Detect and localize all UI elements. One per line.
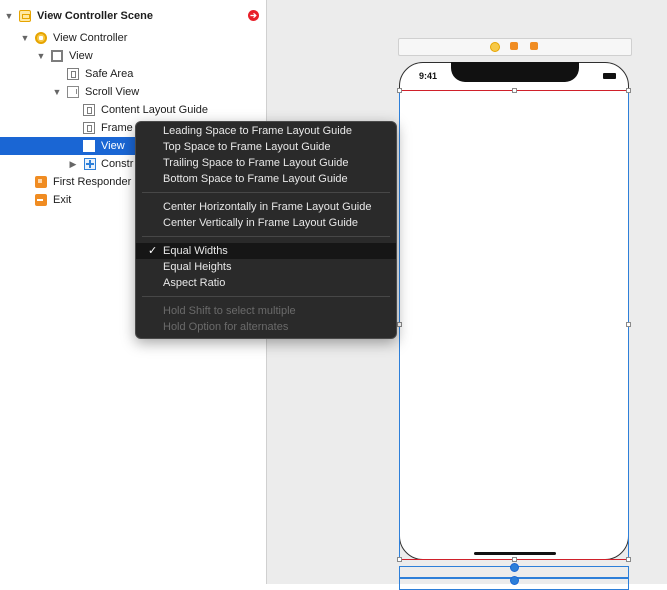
outline-label: View	[101, 140, 125, 152]
menu-item-leading-space[interactable]: Leading Space to Frame Layout Guide	[136, 123, 396, 139]
menu-item-bottom-space[interactable]: Bottom Space to Frame Layout Guide	[136, 171, 396, 187]
device-notch	[451, 62, 579, 82]
menu-item-equal-widths[interactable]: ✓ Equal Widths	[136, 243, 396, 259]
outline-label: View	[69, 50, 93, 62]
menu-item-label: Hold Option for alternates	[163, 321, 289, 333]
first-responder-icon[interactable]	[510, 42, 518, 50]
outline-label: Scroll View	[85, 86, 140, 98]
constraints-icon	[84, 158, 96, 170]
outline-label: Exit	[53, 194, 72, 206]
error-indicator-icon[interactable]: ➔	[248, 10, 259, 21]
menu-item-label: Trailing Space to Frame Layout Guide	[163, 157, 349, 169]
outline-label: View Controller	[53, 32, 128, 44]
menu-item-label: Center Vertically in Frame Layout Guide	[163, 217, 359, 229]
layout-guide-icon	[83, 122, 95, 134]
outline-label: Frame	[101, 122, 133, 134]
outline-label: View Controller Scene	[37, 10, 153, 22]
menu-item-label: Aspect Ratio	[163, 277, 226, 289]
resize-handle[interactable]	[512, 557, 517, 562]
menu-item-center-horizontally[interactable]: Center Horizontally in Frame Layout Guid…	[136, 199, 396, 215]
view-icon	[83, 140, 95, 152]
view-controller-icon[interactable]	[490, 42, 500, 52]
resize-handle[interactable]	[397, 88, 402, 93]
disclosure-triangle-icon[interactable]: ▶	[68, 159, 78, 169]
outline-row-safe-area[interactable]: Safe Area	[0, 65, 266, 83]
scroll-view-frame-outline[interactable]	[399, 90, 629, 560]
menu-item-top-space[interactable]: Top Space to Frame Layout Guide	[136, 139, 396, 155]
resize-handle[interactable]	[626, 322, 631, 327]
resize-handle[interactable]	[397, 322, 402, 327]
layout-guide-icon	[83, 104, 95, 116]
menu-item-equal-heights[interactable]: Equal Heights	[136, 259, 396, 275]
scene-dock-bar[interactable]	[398, 38, 632, 56]
menu-item-aspect-ratio[interactable]: Aspect Ratio	[136, 275, 396, 291]
menu-hint-shift: Hold Shift to select multiple	[136, 303, 396, 319]
outline-row-view-controller-scene[interactable]: ▼ View Controller Scene ➔	[0, 7, 266, 25]
checkmark-icon: ✓	[148, 245, 158, 257]
menu-separator	[142, 296, 390, 297]
menu-item-label: Equal Heights	[163, 261, 232, 273]
resize-handle[interactable]	[397, 557, 402, 562]
resize-handle[interactable]	[512, 88, 517, 93]
outline-label: Content Layout Guide	[101, 104, 209, 116]
scene-icon	[19, 10, 31, 22]
outline-row-content-layout-guide[interactable]: Content Layout Guide	[0, 101, 266, 119]
menu-hint-option: Hold Option for alternates	[136, 319, 396, 335]
outline-label: Constr	[101, 158, 134, 170]
constraint-context-menu: Leading Space to Frame Layout Guide Top …	[135, 121, 397, 339]
outline-label: First Responder	[53, 176, 132, 188]
menu-item-label: Center Horizontally in Frame Layout Guid…	[163, 201, 372, 213]
menu-item-trailing-space[interactable]: Trailing Space to Frame Layout Guide	[136, 155, 396, 171]
exit-icon	[35, 194, 47, 206]
disclosure-triangle-icon[interactable]: ▼	[36, 51, 46, 61]
outline-label: Safe Area	[85, 68, 134, 80]
resize-handle[interactable]	[626, 557, 631, 562]
battery-icon	[603, 73, 616, 79]
outline-row-view-controller[interactable]: ▼ View Controller	[0, 29, 266, 47]
disclosure-triangle-icon[interactable]: ▼	[20, 33, 30, 43]
scroll-view-icon	[67, 86, 79, 98]
view-icon	[51, 50, 63, 62]
outline-row-view[interactable]: ▼ View	[0, 47, 266, 65]
menu-item-label: Hold Shift to select multiple	[163, 305, 296, 317]
resize-handle[interactable]	[626, 88, 631, 93]
menu-item-label: Top Space to Frame Layout Guide	[163, 141, 331, 153]
disclosure-triangle-icon[interactable]: ▼	[52, 87, 62, 97]
status-bar-time: 9:41	[419, 71, 438, 81]
menu-item-center-vertically[interactable]: Center Vertically in Frame Layout Guide	[136, 215, 396, 231]
menu-item-label: Leading Space to Frame Layout Guide	[163, 125, 352, 137]
menu-separator	[142, 192, 390, 193]
view-controller-icon	[35, 32, 47, 44]
menu-item-label: Equal Widths	[163, 245, 228, 257]
layout-guide-icon	[67, 68, 79, 80]
menu-item-label: Bottom Space to Frame Layout Guide	[163, 173, 348, 185]
first-responder-icon	[35, 176, 47, 188]
disclosure-triangle-icon[interactable]: ▼	[4, 11, 14, 21]
constraint-knob-icon[interactable]	[510, 563, 519, 572]
exit-icon[interactable]	[530, 42, 538, 50]
menu-separator	[142, 236, 390, 237]
outline-row-scroll-view[interactable]: ▼ Scroll View	[0, 83, 266, 101]
